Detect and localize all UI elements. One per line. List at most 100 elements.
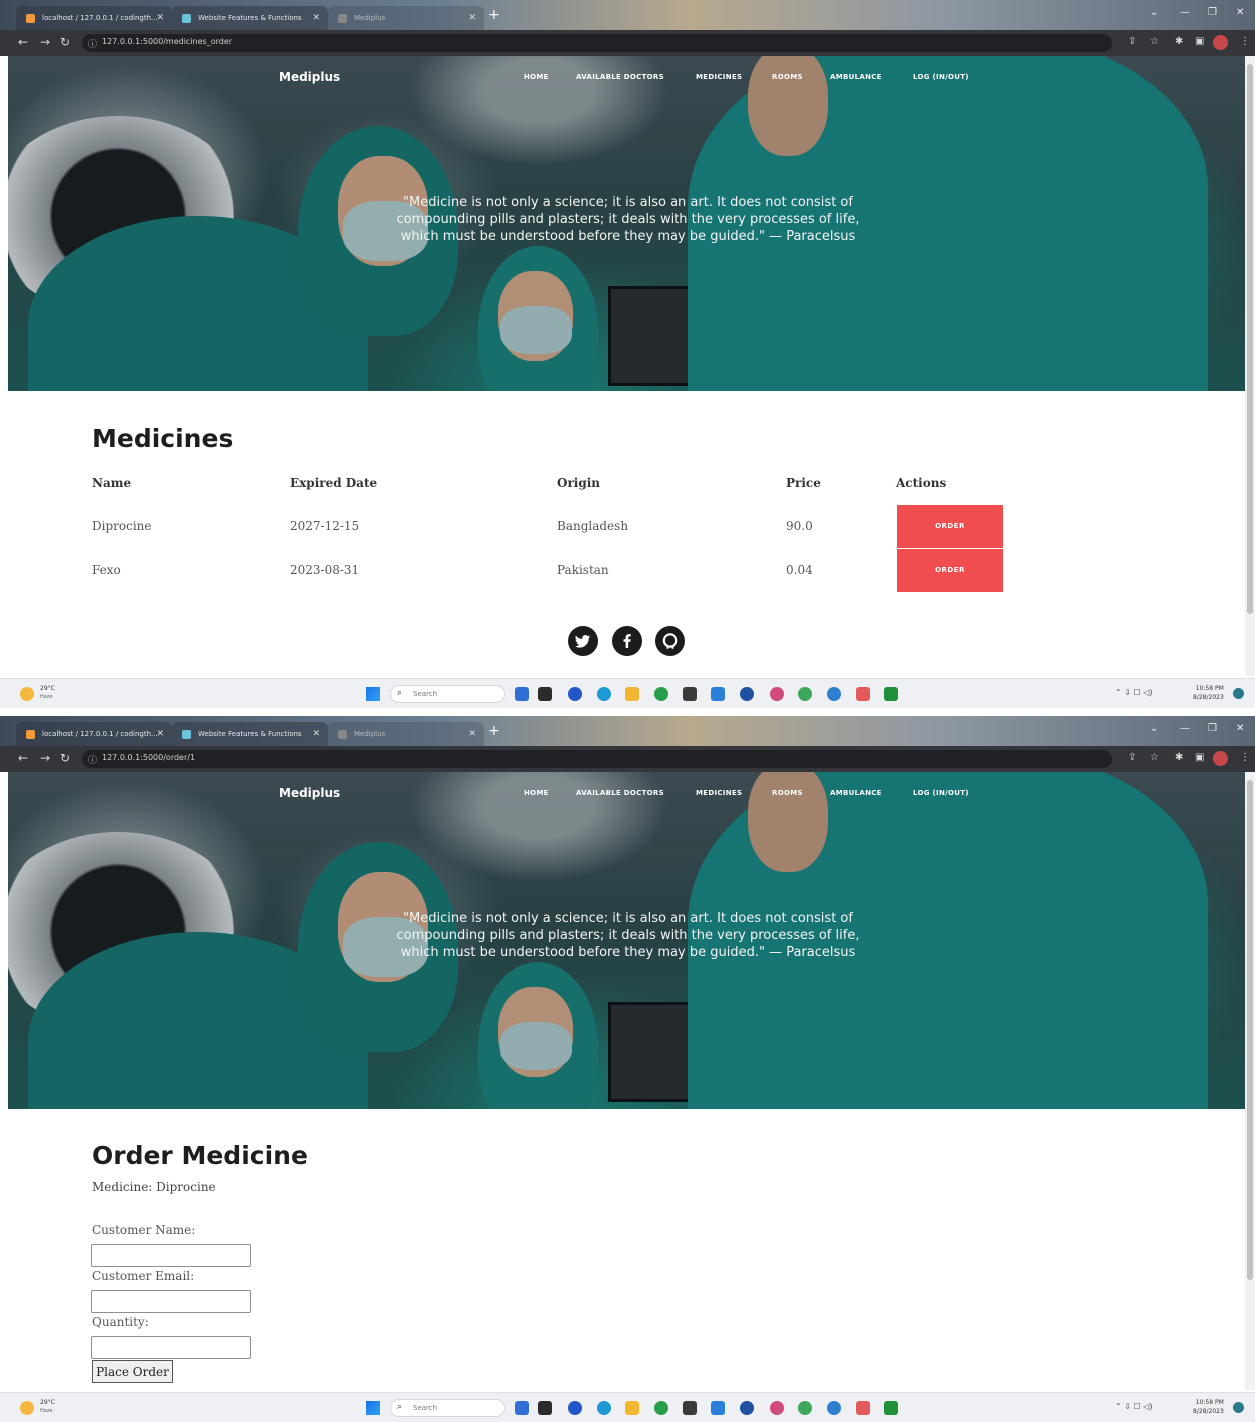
nav-login[interactable]: LOG (IN/OUT) <box>913 73 969 81</box>
notification-icon[interactable] <box>1233 1402 1244 1413</box>
side-panel-icon[interactable]: ▣ <box>1195 36 1204 47</box>
nav-available-doctors[interactable]: AVAILABLE DOCTORS <box>576 789 664 797</box>
site-info-icon[interactable]: ⓘ <box>88 753 97 766</box>
chrome-profile-icon[interactable] <box>770 687 784 701</box>
close-tab-icon[interactable]: ✕ <box>468 6 476 30</box>
app-icon[interactable] <box>884 1401 898 1415</box>
new-tab-button[interactable]: + <box>488 723 500 739</box>
edge-icon[interactable] <box>597 1401 611 1415</box>
quantity-input[interactable] <box>91 1336 251 1359</box>
place-order-button[interactable]: Place Order <box>92 1360 173 1383</box>
close-tab-icon[interactable]: ✕ <box>312 6 320 30</box>
chrome-profile-icon[interactable] <box>770 1401 784 1415</box>
weather-icon[interactable] <box>20 687 34 701</box>
order-button[interactable]: ORDER <box>897 549 1003 592</box>
twitter-icon[interactable] <box>568 626 598 656</box>
forward-icon[interactable]: → <box>40 751 50 765</box>
app-icon[interactable] <box>740 687 754 701</box>
windows-start-icon[interactable] <box>366 687 380 701</box>
forward-icon[interactable]: → <box>40 35 50 49</box>
facebook-icon[interactable] <box>612 626 642 656</box>
restore-icon[interactable]: ❐ <box>1208 7 1217 18</box>
nav-rooms[interactable]: ROOMS <box>772 789 803 797</box>
customer-name-input[interactable] <box>91 1244 251 1267</box>
close-tab-icon[interactable]: ✕ <box>312 722 320 746</box>
chrome-profile-icon[interactable] <box>798 687 812 701</box>
file-explorer-icon[interactable] <box>625 687 639 701</box>
taskbar-search[interactable]: ⌕ Search <box>390 685 505 703</box>
task-view-icon[interactable] <box>538 1401 552 1415</box>
site-info-icon[interactable]: ⓘ <box>88 37 97 50</box>
tab-search-icon[interactable]: ⌄ <box>1150 7 1158 18</box>
browser-tab-features[interactable]: Website Features & Functions ✕ <box>172 6 328 30</box>
menu-kebab-icon[interactable]: ⋮ <box>1240 752 1250 763</box>
reload-icon[interactable]: ↻ <box>60 35 70 49</box>
edge-icon[interactable] <box>597 687 611 701</box>
bookmark-star-icon[interactable]: ☆ <box>1150 36 1159 47</box>
chat-icon[interactable] <box>568 687 582 701</box>
app-icon[interactable] <box>683 1401 697 1415</box>
minimize-icon[interactable]: — <box>1180 7 1190 18</box>
windows-start-icon[interactable] <box>366 1401 380 1415</box>
chrome-icon[interactable] <box>654 1401 668 1415</box>
close-window-icon[interactable]: ✕ <box>1236 7 1244 18</box>
browser-tab-phpmyadmin[interactable]: localhost / 127.0.0.1 / codingth... ✕ <box>16 6 172 30</box>
profile-avatar[interactable] <box>1213 751 1228 766</box>
browser-tab-mediplus[interactable]: Mediplus ✕ <box>328 722 484 746</box>
app-icon[interactable] <box>740 1401 754 1415</box>
profile-avatar[interactable] <box>1213 35 1228 50</box>
extensions-icon[interactable]: ✱ <box>1175 752 1183 763</box>
order-button[interactable]: ORDER <box>897 505 1003 548</box>
vscode-icon[interactable] <box>711 1401 725 1415</box>
nav-ambulance[interactable]: AMBULANCE <box>830 73 882 81</box>
chrome-profile-icon[interactable] <box>827 687 841 701</box>
side-panel-icon[interactable]: ▣ <box>1195 752 1204 763</box>
nav-available-doctors[interactable]: AVAILABLE DOCTORS <box>576 73 664 81</box>
chrome-profile-icon[interactable] <box>827 1401 841 1415</box>
browser-tab-phpmyadmin[interactable]: localhost / 127.0.0.1 / codingth... ✕ <box>16 722 172 746</box>
file-explorer-icon[interactable] <box>625 1401 639 1415</box>
nav-home[interactable]: HOME <box>524 789 549 797</box>
app-icon[interactable] <box>515 687 529 701</box>
back-icon[interactable]: ← <box>18 751 28 765</box>
chrome-profile-icon[interactable] <box>798 1401 812 1415</box>
app-icon[interactable] <box>856 1401 870 1415</box>
close-tab-icon[interactable]: ✕ <box>156 722 164 746</box>
taskbar-search[interactable]: ⌕ Search <box>390 1399 505 1417</box>
task-view-icon[interactable] <box>538 687 552 701</box>
app-icon[interactable] <box>856 687 870 701</box>
back-icon[interactable]: ← <box>18 35 28 49</box>
share-icon[interactable]: ⇪ <box>1128 36 1136 47</box>
new-tab-button[interactable]: + <box>488 7 500 23</box>
address-bar[interactable]: ⓘ 127.0.0.1:5000/medicines_order <box>82 34 1112 52</box>
browser-tab-features[interactable]: Website Features & Functions ✕ <box>172 722 328 746</box>
nav-medicines[interactable]: MEDICINES <box>696 789 742 797</box>
close-window-icon[interactable]: ✕ <box>1236 723 1244 734</box>
scrollbar-thumb[interactable] <box>1247 780 1253 1280</box>
reload-icon[interactable]: ↻ <box>60 751 70 765</box>
system-tray-icon[interactable]: ⌃ ⇩ ☐ ◁) <box>1115 688 1152 697</box>
customer-email-input[interactable] <box>91 1290 251 1313</box>
notification-icon[interactable] <box>1233 688 1244 699</box>
menu-kebab-icon[interactable]: ⋮ <box>1240 36 1250 47</box>
system-tray-icon[interactable]: ⌃ ⇩ ☐ ◁) <box>1115 1402 1152 1411</box>
vscode-icon[interactable] <box>711 687 725 701</box>
taskbar-clock[interactable]: 10:58 PM 8/28/2023 <box>1193 1398 1224 1416</box>
nav-rooms[interactable]: ROOMS <box>772 73 803 81</box>
bookmark-star-icon[interactable]: ☆ <box>1150 752 1159 763</box>
nav-login[interactable]: LOG (IN/OUT) <box>913 789 969 797</box>
extensions-icon[interactable]: ✱ <box>1175 36 1183 47</box>
tab-search-icon[interactable]: ⌄ <box>1150 723 1158 734</box>
chat-icon[interactable] <box>568 1401 582 1415</box>
address-bar[interactable]: ⓘ 127.0.0.1:5000/order/1 <box>82 750 1112 768</box>
minimize-icon[interactable]: — <box>1180 723 1190 734</box>
weather-icon[interactable] <box>20 1401 34 1415</box>
share-icon[interactable]: ⇪ <box>1128 752 1136 763</box>
app-icon[interactable] <box>884 687 898 701</box>
chrome-icon[interactable] <box>654 687 668 701</box>
restore-icon[interactable]: ❐ <box>1208 723 1217 734</box>
close-tab-icon[interactable]: ✕ <box>156 6 164 30</box>
github-icon[interactable] <box>655 626 685 656</box>
nav-medicines[interactable]: MEDICINES <box>696 73 742 81</box>
nav-home[interactable]: HOME <box>524 73 549 81</box>
